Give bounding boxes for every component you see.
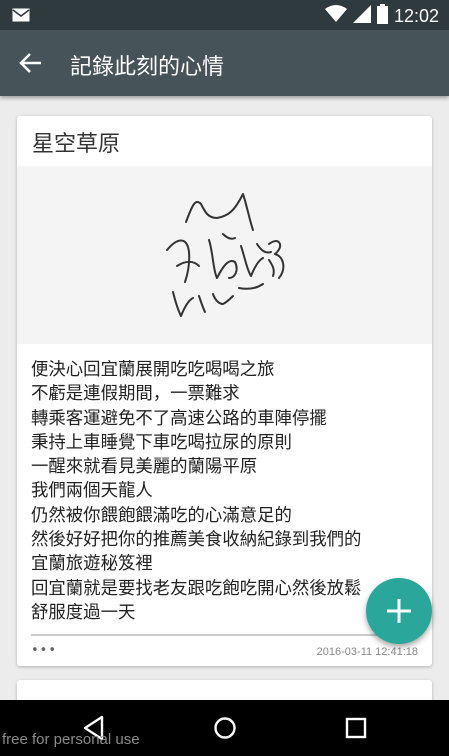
nav-home-button[interactable] bbox=[210, 714, 240, 742]
card-divider bbox=[31, 634, 417, 636]
handwritten-drawing bbox=[17, 166, 432, 344]
status-time: 12:02 bbox=[393, 5, 439, 26]
arrow-left-icon bbox=[19, 53, 41, 73]
plus-icon bbox=[387, 599, 411, 623]
nav-recents-button[interactable] bbox=[341, 714, 371, 742]
app-bar: 記錄此刻的心情 bbox=[0, 30, 449, 96]
signal-icon bbox=[352, 5, 371, 27]
battery-icon bbox=[376, 4, 388, 28]
mail-icon bbox=[12, 7, 30, 26]
status-bar: 12:02 bbox=[0, 0, 449, 30]
diary-card[interactable]: 星空草原 便決心回宜蘭展開吃吃喝喝之旅 不虧是連假期間，一票難求 轉乘客運避免不… bbox=[17, 116, 432, 666]
card-title: 星空草原 bbox=[32, 132, 121, 157]
add-entry-button[interactable] bbox=[366, 578, 432, 644]
recents-square-icon bbox=[345, 717, 367, 739]
watermark-text: free for personal use bbox=[2, 731, 140, 748]
more-options-button[interactable]: ••• bbox=[31, 643, 57, 658]
wifi-icon bbox=[324, 5, 347, 27]
home-circle-icon bbox=[214, 717, 236, 739]
card-body-text: 便決心回宜蘭展開吃吃喝喝之旅 不虧是連假期間，一票難求 轉乘客運避免不了高速公路… bbox=[31, 360, 362, 623]
card-timestamp: 2016-03-11 12:41:18 bbox=[316, 646, 418, 658]
back-button[interactable] bbox=[14, 46, 48, 80]
page-title: 記錄此刻的心情 bbox=[70, 55, 225, 80]
